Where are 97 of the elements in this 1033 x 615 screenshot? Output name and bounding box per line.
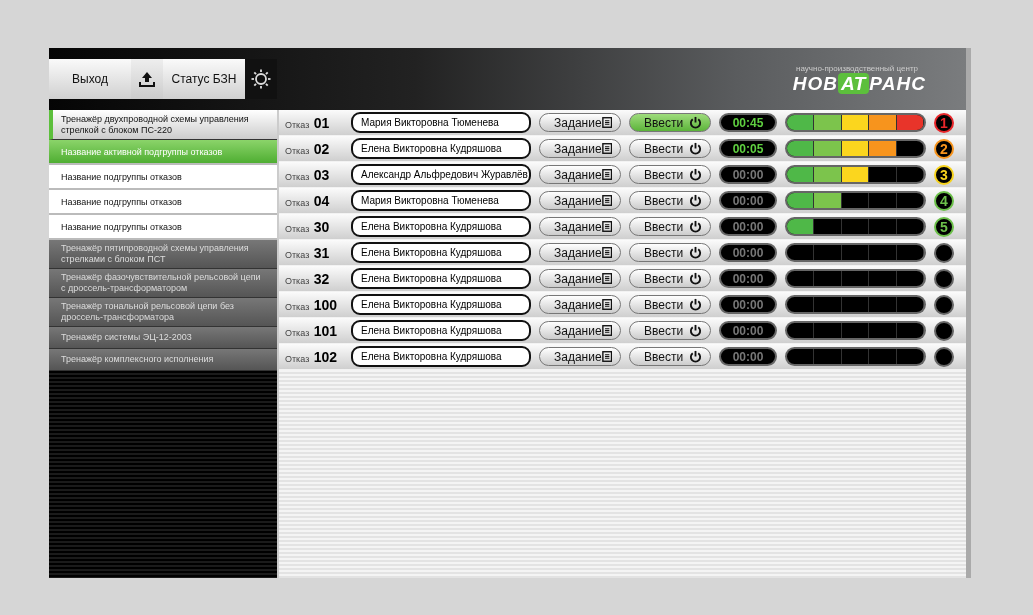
power-icon <box>689 298 702 311</box>
level-badge: 5 <box>934 216 954 237</box>
enter-button[interactable]: Ввести <box>629 269 711 288</box>
task-button[interactable]: Задание <box>539 269 621 288</box>
sidebar-item[interactable]: Тренажёр двухпроводной схемы управления стрелкой с блоком ПС-220 <box>49 110 277 140</box>
sidebar-item[interactable]: Тренажёр фазочувствительной рельсовой цепи с дроссель-трансформатором <box>49 269 277 298</box>
power-icon <box>689 350 702 363</box>
timer-display: 00:45 <box>719 113 777 132</box>
document-icon <box>601 168 612 181</box>
name-field[interactable]: Елена Викторовна Кудряшова <box>351 346 531 367</box>
task-button[interactable]: Задание <box>539 347 621 366</box>
name-field[interactable]: Елена Викторовна Кудряшова <box>351 268 531 289</box>
document-icon <box>601 298 612 311</box>
timer-display: 00:00 <box>719 347 777 366</box>
enter-button[interactable]: Ввести <box>629 165 711 184</box>
power-icon <box>689 246 702 259</box>
document-icon <box>601 246 612 259</box>
timer-display: 00:00 <box>719 243 777 262</box>
empty-badge <box>934 268 954 289</box>
timer-display: 00:00 <box>719 191 777 210</box>
sidebar-item[interactable]: Тренажёр системы ЭЦ-12-2003 <box>49 327 277 349</box>
enter-button[interactable]: Ввести <box>629 347 711 366</box>
enter-button[interactable]: Ввести <box>629 191 711 210</box>
fault-label: Отказ 04 <box>285 191 331 210</box>
settings-button[interactable] <box>245 59 277 99</box>
fault-label: Отказ 03 <box>285 165 331 184</box>
document-icon <box>601 350 612 363</box>
task-button[interactable]: Задание <box>539 139 621 158</box>
document-icon <box>601 272 612 285</box>
sidebar-item[interactable]: Тренажёр пятипроводной схемы управления стрелками с блоком ПСТ <box>49 240 277 269</box>
timer-display: 00:00 <box>719 269 777 288</box>
enter-button[interactable]: Ввести <box>629 321 711 340</box>
level-badge: 2 <box>934 138 954 159</box>
subgroup-item[interactable]: Название подгруппы отказов <box>49 190 277 215</box>
settings-icon <box>250 68 272 90</box>
timer-display: 00:00 <box>719 217 777 236</box>
level-badge: 3 <box>934 164 954 185</box>
power-icon <box>689 272 702 285</box>
logo-tagline: научно-производственный центр <box>796 63 918 73</box>
empty-badge <box>934 346 954 367</box>
fault-label: Отказ 02 <box>285 139 331 158</box>
timer-display: 00:00 <box>719 295 777 314</box>
enter-button[interactable]: Ввести <box>629 243 711 262</box>
enter-button[interactable]: Ввести <box>629 113 711 132</box>
level-badge: 1 <box>934 112 954 133</box>
task-button[interactable]: Задание <box>539 243 621 262</box>
fault-label: Отказ 101 <box>285 321 339 340</box>
subgroup-item[interactable]: Название подгруппы отказов <box>49 215 277 240</box>
name-field[interactable]: Мария Викторовна Тюменева <box>351 190 531 211</box>
document-icon <box>601 220 612 233</box>
name-field[interactable]: Елена Викторовна Кудряшова <box>351 138 531 159</box>
enter-button[interactable]: Ввести <box>629 295 711 314</box>
task-button[interactable]: Задание <box>539 191 621 210</box>
task-button[interactable]: Задание <box>539 321 621 340</box>
enter-button[interactable]: Ввести <box>629 217 711 236</box>
name-field[interactable]: Александр Альфредович Журавлёв <box>351 164 531 185</box>
fault-label: Отказ 30 <box>285 217 331 236</box>
sidebar-item[interactable]: Тренажёр комплексного исполнения <box>49 349 277 371</box>
name-field[interactable]: Елена Викторовна Кудряшова <box>351 294 531 315</box>
name-field[interactable]: Елена Викторовна Кудряшова <box>351 320 531 341</box>
timer-display: 00:05 <box>719 139 777 158</box>
power-icon <box>689 220 702 233</box>
fault-label: Отказ 01 <box>285 113 331 132</box>
power-icon <box>689 324 702 337</box>
timer-display: 00:00 <box>719 165 777 184</box>
name-field[interactable]: Мария Викторовна Тюменева <box>351 112 531 133</box>
fault-label: Отказ 100 <box>285 295 339 314</box>
power-icon <box>689 142 702 155</box>
status-button[interactable]: Статус БЗН <box>163 59 245 99</box>
task-button[interactable]: Задание <box>539 113 621 132</box>
empty-badge <box>934 294 954 315</box>
exit-button[interactable]: Выход <box>49 59 131 99</box>
task-button[interactable]: Задание <box>539 165 621 184</box>
task-button[interactable]: Задание <box>539 217 621 236</box>
name-field[interactable]: Елена Викторовна Кудряшова <box>351 216 531 237</box>
fault-label: Отказ 32 <box>285 269 331 288</box>
subgroup-item[interactable]: Название подгруппы отказов <box>49 165 277 190</box>
power-icon <box>689 194 702 207</box>
logo-text: НОВ АТРАНС <box>792 72 926 95</box>
sidebar-item[interactable]: Тренажёр тональной рельсовой цепи без дроссель-трансформатора <box>49 298 277 327</box>
name-field[interactable]: Елена Викторовна Кудряшова <box>351 242 531 263</box>
level-badge: 4 <box>934 190 954 211</box>
task-button[interactable]: Задание <box>539 295 621 314</box>
enter-button[interactable]: Ввести <box>629 139 711 158</box>
document-icon <box>601 142 612 155</box>
upload-button[interactable] <box>131 59 163 99</box>
empty-badge <box>934 320 954 341</box>
document-icon <box>601 194 612 207</box>
document-icon <box>601 324 612 337</box>
empty-badge <box>934 242 954 263</box>
document-icon <box>601 116 612 129</box>
power-icon <box>689 168 702 181</box>
fault-label: Отказ 31 <box>285 243 331 262</box>
fault-label: Отказ 102 <box>285 347 339 366</box>
power-icon <box>689 116 702 129</box>
upload-icon <box>138 70 156 88</box>
timer-display: 00:00 <box>719 321 777 340</box>
